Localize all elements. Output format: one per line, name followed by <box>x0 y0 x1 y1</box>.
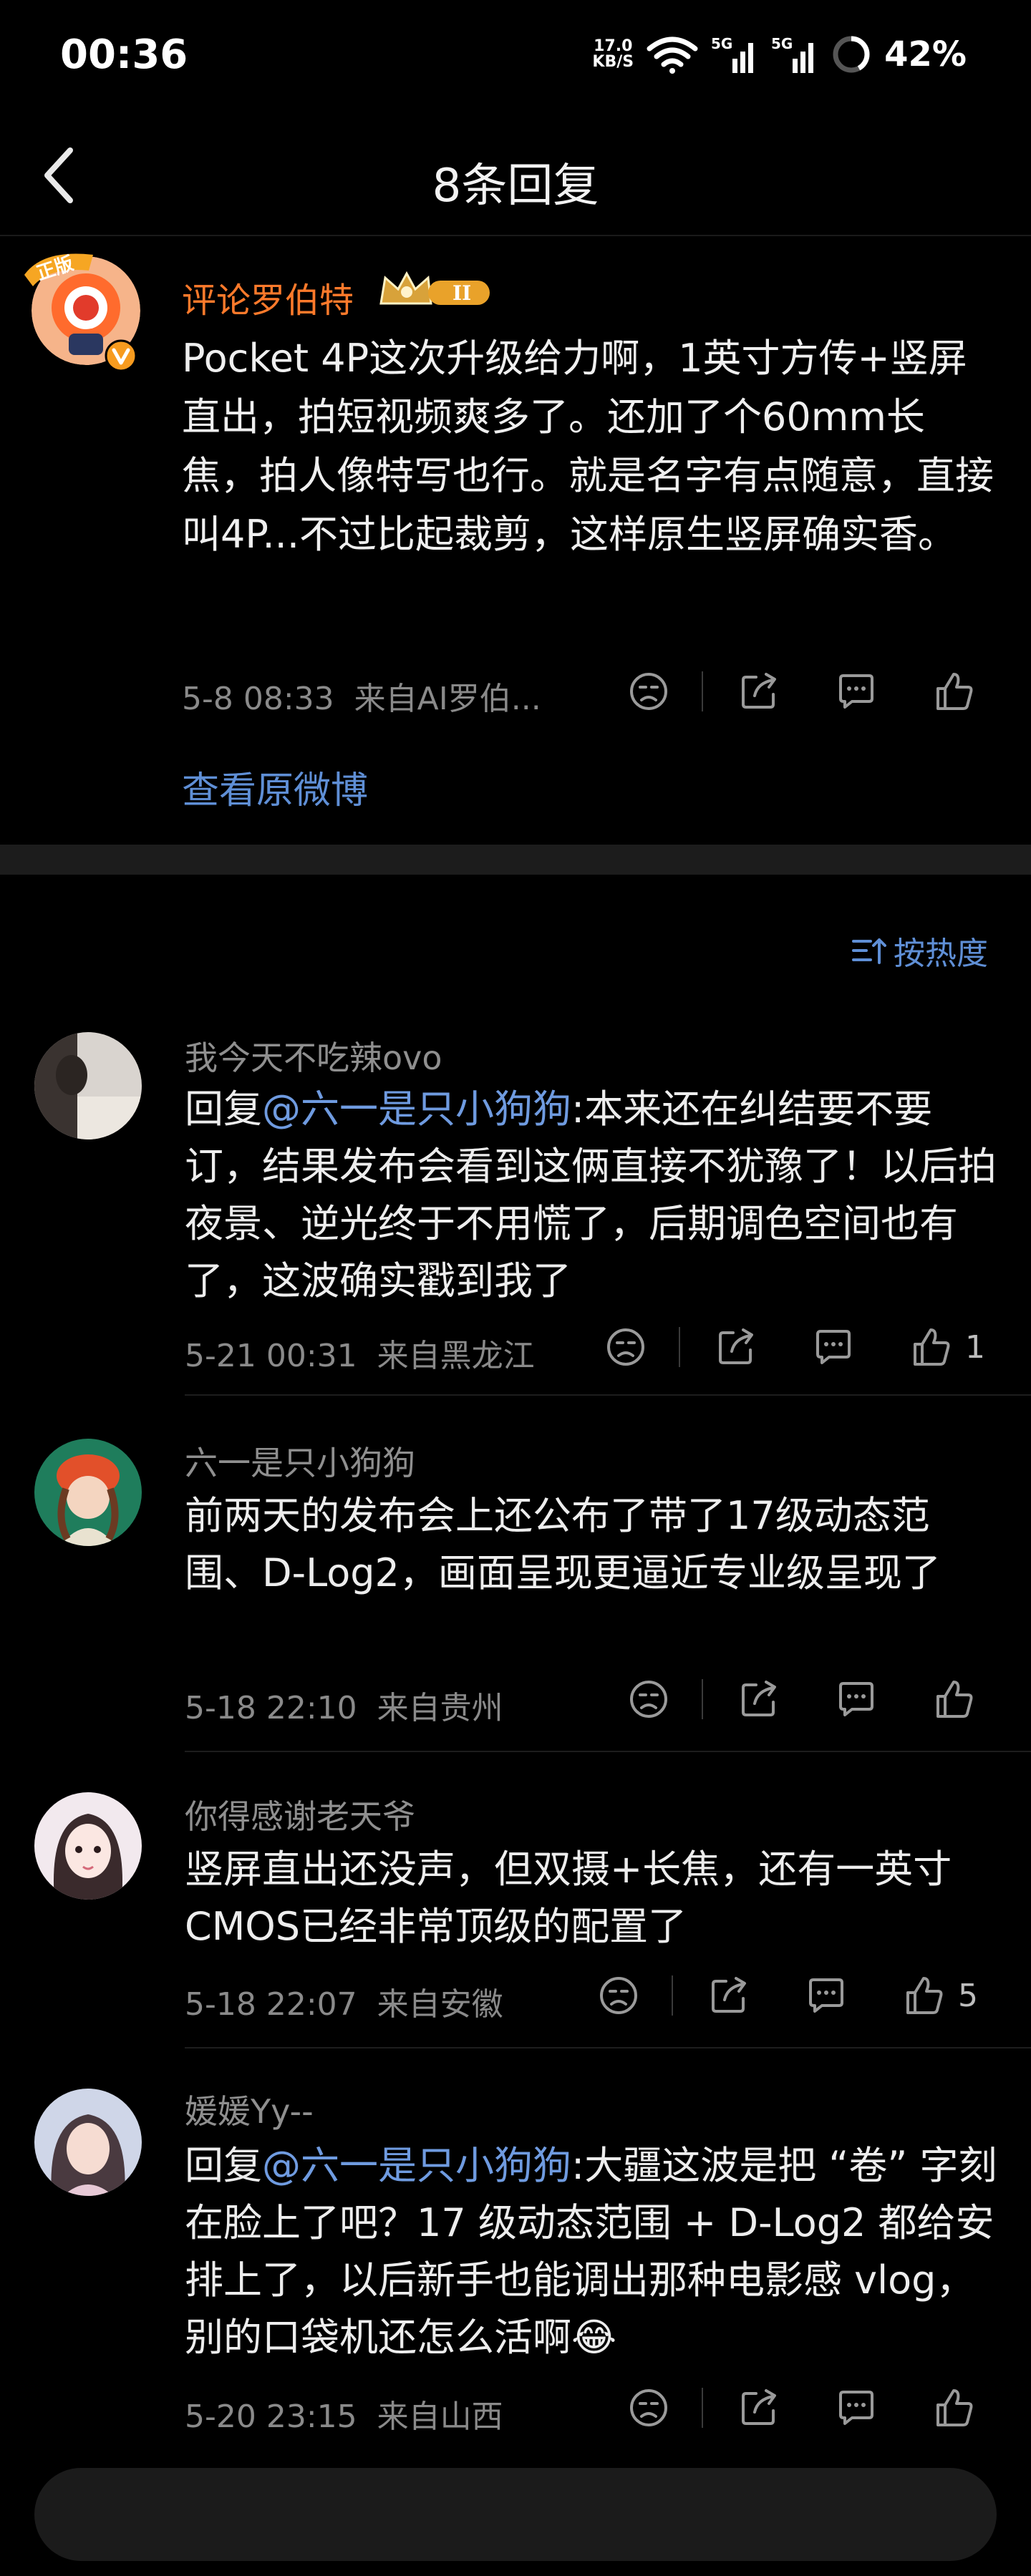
divider <box>672 1975 673 2016</box>
avatar[interactable] <box>34 2089 142 2196</box>
reply-username[interactable]: 你得感谢老天爷 <box>185 1791 415 1838</box>
share-icon[interactable] <box>706 1973 752 2018</box>
like-icon[interactable] <box>901 1973 947 2018</box>
status-bar: 00:36 17.0 KB/S 5G 5G 42% <box>0 0 1031 115</box>
action-bar: 5 <box>596 1973 978 2018</box>
comment-icon[interactable] <box>810 1324 856 1370</box>
crown-level-icon: II <box>379 271 490 305</box>
badge-label: 正版 <box>34 253 77 285</box>
dislike-icon[interactable] <box>626 669 672 714</box>
divider <box>185 2047 1031 2048</box>
action-bar: 1 <box>603 1324 985 1370</box>
divider <box>679 1327 680 1367</box>
mention-link[interactable]: @六一是只小狗狗 <box>262 2143 571 2188</box>
like-count: 5 <box>958 1977 978 2014</box>
dislike-icon[interactable] <box>603 1324 649 1370</box>
sort-label: 按热度 <box>894 935 988 972</box>
avatar[interactable] <box>34 1792 142 1900</box>
comment-icon[interactable] <box>833 2385 879 2431</box>
timestamp: 5-8 08:33 <box>182 681 334 717</box>
source-label: 来自黑龙江 <box>377 1338 535 1374</box>
avatar[interactable] <box>34 1032 142 1139</box>
sort-button[interactable]: 按热度 <box>851 928 988 973</box>
timestamp: 5-21 00:31 <box>185 1338 357 1374</box>
reply-text: 回复@六一是只小狗狗:本来还在纠结要不要订，结果发布会看到这俩直接不犹豫了！以后… <box>185 1087 997 1303</box>
divider <box>702 2388 703 2428</box>
status-icons: 17.0 KB/S 5G 5G 42% <box>592 34 967 74</box>
main-comment: 正版 评论罗伯特 II Pocket 4P这次升级给力啊，1英寸方传+竖屏直出，… <box>0 238 1031 846</box>
action-bar <box>626 1676 977 1722</box>
signal-icon: 5G <box>711 35 754 73</box>
verified-v-icon <box>105 339 137 372</box>
dislike-icon[interactable] <box>626 1676 672 1722</box>
source-label: 来自山西 <box>377 2398 503 2435</box>
action-bar <box>626 2385 977 2431</box>
reply-username[interactable]: 我今天不吃辣ovo <box>185 1032 442 1079</box>
dislike-icon[interactable] <box>596 1973 642 2018</box>
action-bar <box>626 669 977 714</box>
reply-text: 前两天的发布会上还公布了带了17级动态范围、D-Log2，画面呈现更逼近专业级呈… <box>185 1493 941 1595</box>
source-label: 来自AI罗伯... <box>354 681 541 717</box>
reply-meta: 5-18 22:10 来自贵州 <box>185 1682 503 1728</box>
reply-item: 你得感谢老天爷 竖屏直出还没声，但双摄+长焦，还有一英寸CMOS已经非常顶级的配… <box>0 1784 1031 2048</box>
source-label: 来自贵州 <box>377 1690 503 1726</box>
battery-icon <box>833 36 870 73</box>
like-count: 1 <box>965 1328 985 1366</box>
reply-meta: 5-18 22:07 来自安徽 <box>185 1978 503 2024</box>
reply-meta: 5-20 23:15 来自山西 <box>185 2391 503 2436</box>
reply-item: 媛媛Yy-- 回复@六一是只小狗狗:大疆这波是把 “卷” 字刻在脸上了吧？17 … <box>0 2080 1031 2452</box>
level-label: II <box>452 281 471 305</box>
comment-text: Pocket 4P这次升级给力啊，1英寸方传+竖屏直出，拍短视频爽多了。还加了个… <box>182 336 994 557</box>
sort-icon <box>852 938 886 964</box>
battery-percent: 42% <box>884 34 967 74</box>
network-speed: 17.0 KB/S <box>592 37 634 71</box>
page-title: 8条回复 <box>432 160 599 213</box>
like-icon[interactable] <box>931 1676 977 1722</box>
comment-meta: 5-8 08:33 来自AI罗伯... <box>182 673 541 719</box>
reply-username[interactable]: 六一是只小狗狗 <box>185 1437 415 1484</box>
source-label: 来自安徽 <box>377 1986 503 2023</box>
wifi-icon <box>647 37 698 74</box>
reply-username[interactable]: 媛媛Yy-- <box>185 2086 314 2133</box>
divider <box>702 1679 703 1719</box>
reply-text: 回复@六一是只小狗狗:大疆这波是把 “卷” 字刻在脸上了吧？17 级动态范围 +… <box>185 2143 997 2360</box>
like-icon[interactable] <box>931 669 977 714</box>
top-bar: 8条回复 <box>0 115 1031 236</box>
divider <box>702 671 703 711</box>
avatar[interactable] <box>34 1439 142 1546</box>
reply-item: 六一是只小狗狗 前两天的发布会上还公布了带了17级动态范围、D-Log2，画面呈… <box>0 1430 1031 1752</box>
reply-meta: 5-21 00:31 来自黑龙江 <box>185 1330 535 1376</box>
timestamp: 5-20 23:15 <box>185 2398 357 2435</box>
reply-input[interactable] <box>34 2468 997 2561</box>
share-icon[interactable] <box>736 1676 782 1722</box>
reply-item: 我今天不吃辣ovo 回复@六一是只小狗狗:本来还在纠结要不要订，结果发布会看到这… <box>0 1024 1031 1396</box>
timestamp: 5-18 22:07 <box>185 1986 357 2023</box>
divider <box>185 1751 1031 1752</box>
username[interactable]: 评论罗伯特 <box>182 272 354 322</box>
like-icon[interactable] <box>931 2385 977 2431</box>
sim1-label: 5G <box>711 35 732 52</box>
timestamp: 5-18 22:10 <box>185 1690 357 1726</box>
comment-icon[interactable] <box>833 669 879 714</box>
share-icon[interactable] <box>713 1324 759 1370</box>
comment-icon[interactable] <box>833 1676 879 1722</box>
divider <box>185 1394 1031 1396</box>
status-time: 00:36 <box>60 31 188 78</box>
like-icon[interactable] <box>908 1324 954 1370</box>
reply-text: 竖屏直出还没声，但双摄+长焦，还有一英寸CMOS已经非常顶级的配置了 <box>185 1847 952 1949</box>
share-icon[interactable] <box>736 2385 782 2431</box>
signal-icon: 5G <box>771 35 814 73</box>
mention-link[interactable]: @六一是只小狗狗 <box>262 1087 571 1132</box>
section-divider <box>0 845 1031 875</box>
share-icon[interactable] <box>736 669 782 714</box>
view-original-link[interactable]: 查看原微博 <box>182 760 368 814</box>
verified-badge-icon: 正版 <box>24 253 93 286</box>
comment-icon[interactable] <box>803 1973 849 2018</box>
sim2-label: 5G <box>771 35 793 52</box>
dislike-icon[interactable] <box>626 2385 672 2431</box>
